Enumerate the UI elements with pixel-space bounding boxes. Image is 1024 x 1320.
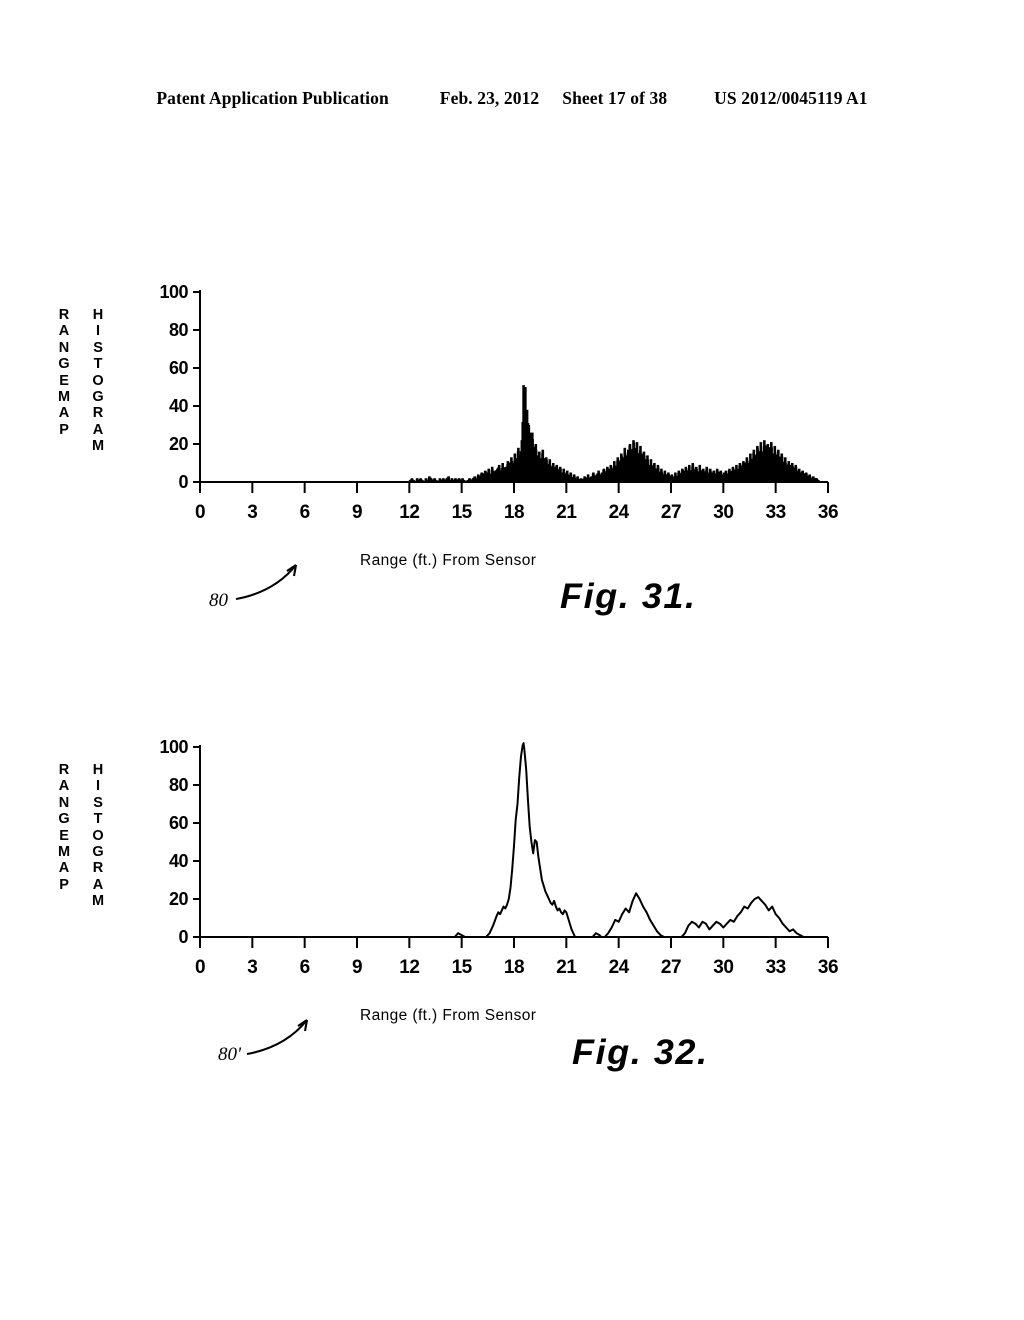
svg-text:20: 20 bbox=[169, 434, 189, 454]
header-document-number: US 2012/0045119 A1 bbox=[714, 88, 868, 108]
svg-text:0: 0 bbox=[195, 957, 205, 978]
svg-text:30: 30 bbox=[713, 957, 733, 978]
svg-text:12: 12 bbox=[399, 957, 419, 978]
figure-31-caption: Fig. 31. bbox=[560, 577, 697, 616]
svg-text:15: 15 bbox=[452, 957, 473, 978]
svg-text:36: 36 bbox=[818, 502, 838, 523]
svg-text:60: 60 bbox=[169, 358, 189, 378]
figure-32-reference-arrow bbox=[246, 1019, 309, 1056]
figure-31: 0 20 40 60 80 100 0 3 6 9 12 15 18 21 24 27 30 33 36 R A N… bbox=[0, 280, 1024, 640]
header-sheet-number: Sheet 17 of 38 bbox=[562, 88, 668, 108]
svg-text:20: 20 bbox=[169, 889, 189, 909]
svg-text:100: 100 bbox=[159, 282, 188, 302]
svg-text:40: 40 bbox=[169, 396, 189, 416]
figure-32-caption: Fig. 32. bbox=[572, 1033, 709, 1072]
svg-text:0: 0 bbox=[178, 927, 188, 947]
svg-text:15: 15 bbox=[452, 502, 473, 523]
figure-31-reference-numeral: 80 bbox=[209, 590, 228, 611]
svg-text:40: 40 bbox=[169, 851, 189, 871]
svg-text:18: 18 bbox=[504, 957, 524, 978]
figure-32-plot-area: 0 20 40 60 80 100 0 3 6 9 12 15 18 21 24 27 30 33 36 bbox=[150, 735, 870, 1005]
svg-text:60: 60 bbox=[169, 813, 189, 833]
figure-32-reference-numeral: 80' bbox=[218, 1044, 242, 1065]
figure-32: 0 20 40 60 80 100 0 3 6 9 12 15 18 21 24 27 30 33 36 R A N… bbox=[0, 735, 1024, 1095]
header-publication-date: Feb. 23, 2012 bbox=[439, 88, 540, 108]
figure-31-ylabel-histogram: H I S T O G R A M bbox=[92, 307, 105, 455]
figure-32-ylabel-histogram: H I S T O G R A M bbox=[92, 762, 105, 910]
svg-text:30: 30 bbox=[713, 502, 733, 523]
svg-text:3: 3 bbox=[247, 502, 257, 523]
figure-31-chart: 0204060801000 3 6 9 12 15 18 21 24 27 30 33 36 bbox=[159, 282, 838, 523]
svg-text:18: 18 bbox=[504, 502, 524, 523]
svg-text:9: 9 bbox=[352, 502, 362, 523]
figure-32-chart: 0204060801000 3 6 9 12 15 18 21 24 27 30 33 36 bbox=[159, 737, 838, 978]
svg-text:3: 3 bbox=[247, 957, 257, 978]
svg-text:27: 27 bbox=[661, 502, 681, 523]
svg-text:21: 21 bbox=[556, 957, 577, 978]
svg-text:21: 21 bbox=[556, 502, 577, 523]
svg-text:9: 9 bbox=[352, 957, 362, 978]
svg-text:12: 12 bbox=[399, 502, 419, 523]
figure-32-ylabel-rangemap: R A N G E M A P bbox=[58, 762, 71, 893]
svg-text:80: 80 bbox=[169, 320, 189, 340]
figure-31-xaxis-title: Range (ft.) From Sensor bbox=[360, 552, 537, 569]
svg-text:24: 24 bbox=[609, 957, 630, 978]
figure-32-xaxis-title: Range (ft.) From Sensor bbox=[360, 1007, 537, 1024]
svg-text:27: 27 bbox=[661, 957, 681, 978]
svg-text:33: 33 bbox=[766, 502, 786, 523]
svg-text:33: 33 bbox=[766, 957, 786, 978]
svg-text:0: 0 bbox=[178, 472, 188, 492]
header-publication-title: Patent Application Publication bbox=[156, 88, 389, 108]
svg-text:24: 24 bbox=[609, 502, 630, 523]
figure-31-reference-arrow bbox=[235, 564, 298, 601]
svg-text:36: 36 bbox=[818, 957, 838, 978]
svg-text:6: 6 bbox=[300, 957, 310, 978]
figure-31-plot-area: 0 20 40 60 80 100 0 3 6 9 12 15 18 21 24 27 30 33 36 bbox=[150, 280, 870, 550]
svg-text:6: 6 bbox=[300, 502, 310, 523]
histogram-bars bbox=[408, 385, 820, 482]
histogram-line bbox=[200, 742, 828, 938]
svg-text:80: 80 bbox=[169, 775, 189, 795]
svg-text:0: 0 bbox=[195, 502, 205, 523]
figure-31-ylabel-rangemap: R A N G E M A P bbox=[58, 307, 71, 438]
svg-text:100: 100 bbox=[159, 737, 188, 757]
page-header: Patent Application Publication Feb. 23, … bbox=[0, 88, 1024, 109]
